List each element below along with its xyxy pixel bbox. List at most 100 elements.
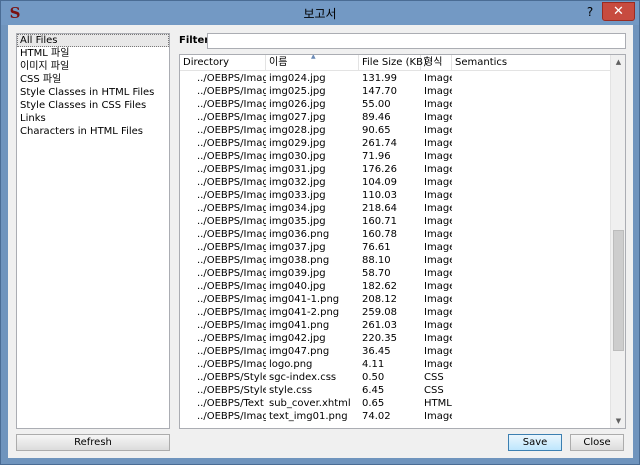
- table-row[interactable]: ../OEBPS/Text sub_cover.xhtml 0.65 HTML: [180, 397, 610, 410]
- category-item[interactable]: Style Classes in CSS Files: [17, 99, 169, 112]
- table-row[interactable]: ../OEBPS/Imageslogo.png 4.11 Image: [180, 358, 610, 371]
- title-bar[interactable]: S 보고서 ? ✕: [1, 1, 639, 25]
- cell-name: img033.jpg: [269, 190, 326, 201]
- cell-semantics: [452, 72, 610, 85]
- save-button[interactable]: Save: [508, 434, 562, 451]
- cell-type: Image: [424, 138, 452, 149]
- filter-input[interactable]: [207, 33, 626, 49]
- table-row[interactable]: ../OEBPS/Imagesimg033.jpg 110.03 Image: [180, 189, 610, 202]
- table-row[interactable]: ../OEBPS/Imagesimg039.jpg 58.70 Image: [180, 267, 610, 280]
- cell-directory: ../OEBPS/Images: [197, 99, 266, 110]
- table-row[interactable]: ../OEBPS/Imagesimg041-2.png 259.08 Image: [180, 306, 610, 319]
- cell-name: img041-1.png: [269, 294, 340, 305]
- category-item[interactable]: Characters in HTML Files: [17, 125, 169, 138]
- cell-directory: ../OEBPS/Images: [197, 359, 266, 370]
- cell-semantics: [452, 163, 610, 176]
- table-row[interactable]: ../OEBPS/Imagesimg024.jpg 131.99 Image: [180, 72, 610, 85]
- cell-directory: ../OEBPS/Text: [197, 398, 264, 409]
- table-row[interactable]: ../OEBPS/Imagesimg027.jpg 89.46 Image: [180, 111, 610, 124]
- cell-directory: ../OEBPS/Styles: [197, 385, 266, 396]
- cell-semantics: [452, 228, 610, 241]
- close-button[interactable]: Close: [570, 434, 624, 451]
- cell-type: Image: [424, 190, 452, 201]
- cell-directory: ../OEBPS/Images: [197, 125, 266, 136]
- cell-type: Image: [424, 216, 452, 227]
- scroll-up-arrow-icon[interactable]: ▲: [611, 55, 625, 69]
- cell-file-size: 218.64: [362, 203, 397, 214]
- category-item[interactable]: HTML 파일: [17, 47, 169, 60]
- cell-file-size: 261.74: [362, 138, 397, 149]
- cell-file-size: 110.03: [362, 190, 397, 201]
- table-row[interactable]: ../OEBPS/Imagesimg038.png 88.10 Image: [180, 254, 610, 267]
- cell-name: img031.jpg: [269, 164, 326, 175]
- cell-directory: ../OEBPS/Images: [197, 190, 266, 201]
- sort-ascending-icon: ▲: [311, 54, 316, 60]
- report-dialog: S 보고서 ? ✕ All Files HTML 파일 이미지 파일 CSS 파일 St…: [0, 0, 640, 465]
- cell-file-size: 6.45: [362, 385, 385, 396]
- table-row[interactable]: ../OEBPS/Imagesimg026.jpg 55.00 Image: [180, 98, 610, 111]
- table-row[interactable]: ../OEBPS/Imagesimg037.jpg 76.61 Image: [180, 241, 610, 254]
- scroll-down-arrow-icon[interactable]: ▼: [611, 414, 625, 428]
- table-row[interactable]: ../OEBPS/Stylesstyle.css 6.45 CSS: [180, 384, 610, 397]
- table-row[interactable]: ../OEBPS/Imagesimg035.jpg 160.71 Image: [180, 215, 610, 228]
- category-item[interactable]: CSS 파일: [17, 73, 169, 86]
- cell-file-size: 88.10: [362, 255, 391, 266]
- column-header-type[interactable]: 형식: [421, 55, 452, 71]
- cell-semantics: [452, 150, 610, 163]
- table-row[interactable]: ../OEBPS/Imagesimg032.jpg 104.09 Image: [180, 176, 610, 189]
- table-row[interactable]: ../OEBPS/Stylessgc-index.css 0.50 CSS: [180, 371, 610, 384]
- table-row[interactable]: ../OEBPS/Imagesimg025.jpg 147.70 Image: [180, 85, 610, 98]
- column-header-directory[interactable]: Directory: [180, 55, 266, 71]
- vertical-scrollbar[interactable]: ▲ ▼: [610, 55, 625, 428]
- table-row[interactable]: ../OEBPS/Imagestext_img01.png 74.02 Image: [180, 410, 610, 423]
- column-header-file-size[interactable]: File Size (KB): [359, 55, 427, 71]
- cell-type: Image: [424, 333, 452, 344]
- cell-file-size: 261.03: [362, 320, 397, 331]
- cell-semantics: [452, 306, 610, 319]
- cell-type: Image: [424, 86, 452, 97]
- cell-semantics: [452, 124, 610, 137]
- cell-file-size: 0.65: [362, 398, 385, 409]
- category-item[interactable]: Style Classes in HTML Files: [17, 86, 169, 99]
- files-table: Directory 이름 ▲ File Size (KB) 형식 Semanti…: [179, 54, 626, 429]
- report-category-list[interactable]: All Files HTML 파일 이미지 파일 CSS 파일 Style Classe…: [16, 33, 170, 429]
- category-item[interactable]: Links: [17, 112, 169, 125]
- cell-directory: ../OEBPS/Images: [197, 281, 266, 292]
- category-item[interactable]: All Files: [17, 34, 169, 47]
- table-row[interactable]: ../OEBPS/Imagesimg041.png 261.03 Image: [180, 319, 610, 332]
- category-item[interactable]: 이미지 파일: [17, 60, 169, 73]
- refresh-button[interactable]: Refresh: [16, 434, 170, 451]
- cell-type: CSS: [424, 372, 444, 383]
- cell-directory: ../OEBPS/Images: [197, 268, 266, 279]
- scrollbar-thumb[interactable]: [613, 230, 624, 351]
- cell-semantics: [452, 254, 610, 267]
- cell-semantics: [452, 358, 610, 371]
- table-row[interactable]: ../OEBPS/Imagesimg036.png 160.78 Image: [180, 228, 610, 241]
- cell-semantics: [452, 332, 610, 345]
- cell-directory: ../OEBPS/Images: [197, 203, 266, 214]
- table-row[interactable]: ../OEBPS/Imagesimg028.jpg 90.65 Image: [180, 124, 610, 137]
- cell-directory: ../OEBPS/Images: [197, 242, 266, 253]
- table-row[interactable]: ../OEBPS/Imagesimg040.jpg 182.62 Image: [180, 280, 610, 293]
- table-row[interactable]: ../OEBPS/Imagesimg034.jpg 218.64 Image: [180, 202, 610, 215]
- cell-name: img029.jpg: [269, 138, 326, 149]
- help-button[interactable]: ?: [583, 3, 597, 21]
- window-close-button[interactable]: ✕: [602, 2, 635, 21]
- table-header: Directory 이름 ▲ File Size (KB) 형식 Semanti…: [180, 55, 610, 71]
- table-row[interactable]: ../OEBPS/Imagesimg031.jpg 176.26 Image: [180, 163, 610, 176]
- cell-name: img034.jpg: [269, 203, 326, 214]
- column-header-semantics[interactable]: Semantics: [452, 55, 610, 71]
- table-row[interactable]: ../OEBPS/Imagesimg041-1.png 208.12 Image: [180, 293, 610, 306]
- cell-type: Image: [424, 73, 452, 84]
- table-row[interactable]: ../OEBPS/Imagesimg047.png 36.45 Image: [180, 345, 610, 358]
- cell-semantics: [452, 267, 610, 280]
- cell-name: img037.jpg: [269, 242, 326, 253]
- table-row[interactable]: ../OEBPS/Imagesimg042.jpg 220.35 Image: [180, 332, 610, 345]
- cell-name: img032.jpg: [269, 177, 326, 188]
- table-row[interactable]: ../OEBPS/Imagesimg030.jpg 71.96 Image: [180, 150, 610, 163]
- dialog-body: All Files HTML 파일 이미지 파일 CSS 파일 Style Classe…: [8, 25, 633, 458]
- cell-file-size: 4.11: [362, 359, 385, 370]
- cell-type: Image: [424, 255, 452, 266]
- table-row[interactable]: ../OEBPS/Imagesimg029.jpg 261.74 Image: [180, 137, 610, 150]
- cell-directory: ../OEBPS/Images: [197, 255, 266, 266]
